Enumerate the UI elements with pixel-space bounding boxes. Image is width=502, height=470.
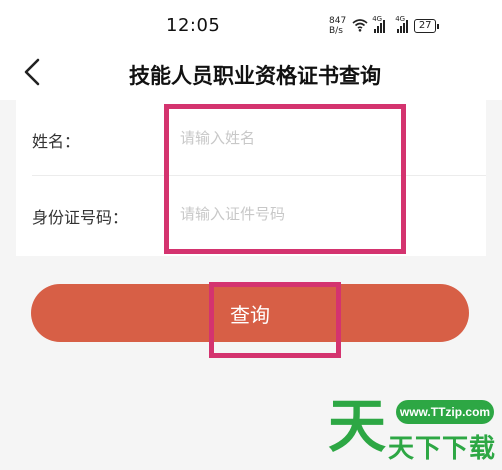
page-title: 技能人员职业资格证书查询	[129, 64, 381, 88]
signal-1-label: 4G	[372, 15, 383, 23]
battery-level: 27	[414, 19, 437, 33]
watermark-site: www.TTzip.com	[396, 400, 494, 424]
status-icons: 847 B/s 4G 4G 27	[329, 14, 440, 38]
status-time: 12:05	[166, 15, 221, 36]
id-number-input[interactable]	[180, 196, 470, 232]
watermark-text: 天下下载	[388, 434, 497, 464]
network-speed: 847 B/s	[329, 16, 346, 36]
network-speed-unit: B/s	[329, 26, 343, 36]
status-bar: 12:05 847 B/s 4G 4G 27	[0, 0, 502, 48]
id-number-label: 身份证号码：	[32, 208, 129, 227]
query-button[interactable]: 查询	[31, 284, 469, 342]
id-row: 身份证号码：	[16, 176, 486, 252]
name-input[interactable]	[180, 120, 470, 156]
query-button-label: 查询	[230, 302, 270, 327]
navigation-bar: 技能人员职业资格证书查询	[0, 48, 502, 100]
name-row: 姓名：	[16, 100, 486, 176]
watermark-logo: 天 www.TTzip.com 天下下载	[320, 390, 502, 470]
signal-2-label: 4G	[395, 15, 406, 23]
query-form: 姓名： 身份证号码：	[16, 100, 486, 256]
name-label: 姓名：	[32, 132, 81, 151]
watermark-glyph: 天	[328, 392, 387, 460]
battery-icon: 27	[414, 19, 440, 33]
network-speed-value: 847	[329, 16, 347, 26]
signal-icon: 4G	[372, 15, 386, 33]
wifi-icon	[352, 17, 368, 36]
signal-icon: 4G	[395, 15, 409, 33]
